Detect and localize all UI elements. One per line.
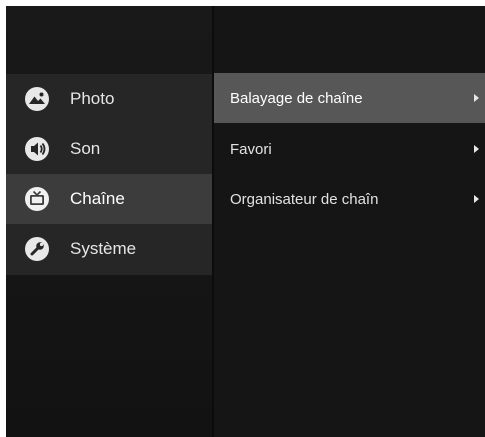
category-label: Chaîne [70,189,125,208]
submenu-panel: Balayage de chaîne Favori Organisateur d… [214,6,485,437]
tv-icon [24,186,50,212]
category-label: Système [70,239,137,258]
tv-screen: Photo Son Chaîne Système Balayage de cha… [6,6,485,437]
submenu-item-channel-organizer[interactable]: Organisateur de chaîn [214,174,485,224]
category-item-channel[interactable]: Chaîne [6,174,212,224]
submenu-item-favorite[interactable]: Favori [214,124,485,174]
category-item-system[interactable]: Système [6,224,212,274]
category-panel: Photo Son Chaîne Système [6,6,212,437]
arrow-right-icon [474,94,479,102]
category-item-sound[interactable]: Son [6,124,212,174]
arrow-right-icon [474,195,479,203]
photo-icon [24,86,50,112]
submenu-label: Balayage de chaîne [230,89,363,107]
submenu-label: Organisateur de chaîn [230,190,379,208]
sound-icon [24,136,50,162]
category-label: Son [70,139,101,158]
wrench-icon [24,236,50,262]
submenu-item-channel-scan[interactable]: Balayage de chaîne [214,73,485,123]
arrow-right-icon [474,145,479,153]
category-label: Photo [70,89,115,108]
category-item-photo[interactable]: Photo [6,74,212,124]
category-list: Photo Son Chaîne Système [6,74,212,275]
submenu-label: Favori [230,140,272,158]
